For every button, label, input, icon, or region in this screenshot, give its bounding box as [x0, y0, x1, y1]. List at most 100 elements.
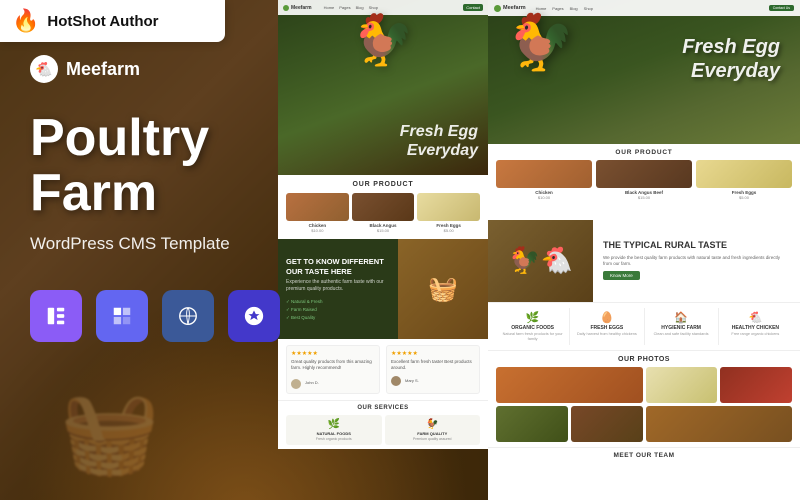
rp-photos-title: OUR PHOTOS — [496, 356, 792, 363]
cp-services-row: 🌿 NATURAL FOODS Fresh organic products 🐓… — [286, 415, 480, 446]
cp-nav-home: Home — [324, 5, 335, 10]
cp-taste-subtitle: Experience the authentic farm taste with… — [286, 279, 390, 293]
rp-stat-icon-chicken: 🐔 — [721, 311, 790, 324]
rp-photos-section: OUR PHOTOS — [488, 351, 800, 447]
chickens-emoji: 🐓🐔 — [508, 245, 573, 276]
rp-stat-desc-farm: Clean and safe facility standards — [647, 332, 716, 337]
cp-serv-icon-2: 🐓 — [387, 419, 479, 430]
rp-stat-name-eggs: FRESH EGGS — [572, 325, 641, 331]
cp-prod-price-1: $10.00 — [286, 228, 349, 233]
cp-services-section: OUR SERVICES 🌿 NATURAL FOODS Fresh organ… — [278, 400, 488, 450]
cp-stars-1: ★★★★★ — [291, 350, 375, 357]
rp-product-1: Chicken $10.00 — [496, 160, 592, 200]
cp-products-row: Chicken $10.00 Black Angus $15.00 Fresh … — [286, 193, 480, 233]
cp-prod-price-2: $15.00 — [352, 228, 415, 233]
rp-product-3: Fresh Eggs $5.00 — [696, 160, 792, 200]
cp-test-text-2: Excellent farm fresh taste! Best product… — [391, 359, 475, 372]
rp-hero-heading: Fresh Egg Everyday — [682, 35, 780, 83]
rp-rural-title: THE TYPICAL RURAL TASTE — [603, 240, 790, 252]
topbar: 🔥 HotShot Author — [0, 0, 225, 42]
rp-team-section: MEET OUR TEAM — [488, 447, 800, 463]
rp-stat-desc-eggs: Daily harvest from healthy chickens — [572, 332, 641, 337]
wordpress-icon[interactable] — [162, 290, 214, 342]
cp-testimonials-section: ★★★★★ Great quality products from this a… — [278, 339, 488, 400]
rp-products-bar: OUR PRODUCT Chicken $10.00 Black Angus B… — [488, 144, 800, 220]
cp-serv-desc-2: Premium quality assured — [387, 437, 479, 442]
elementor-icon[interactable] — [30, 290, 82, 342]
rp-nav-cta[interactable]: Contact Us — [769, 5, 794, 11]
cp-services-title: OUR SERVICES — [286, 405, 480, 411]
rp-rural-content: THE TYPICAL RURAL TASTE We provide the b… — [593, 218, 800, 302]
cp-nav-links: Home Pages Blog Shop — [324, 5, 378, 10]
cp-nav-pages: Pages — [339, 5, 350, 10]
plugin-icons-row — [30, 290, 280, 342]
rp-photo-5 — [571, 406, 643, 442]
rp-prod-price-2: $15.00 — [596, 195, 692, 200]
cp-nav-shop: Shop — [369, 5, 378, 10]
rp-prod-price-1: $10.00 — [496, 195, 592, 200]
rp-nav-shop: Shop — [584, 6, 593, 11]
meefarm-logo: 🐔 Meefarm — [30, 55, 280, 83]
cp-test-text-1: Great quality products from this amazing… — [291, 359, 375, 372]
cp-avatar-1 — [291, 379, 301, 389]
meefarm-logo-text: Meefarm — [66, 59, 140, 80]
subtitle: WordPress CMS Template — [30, 234, 280, 254]
cp-prod-img-eggs — [417, 193, 480, 221]
cp-stars-2: ★★★★★ — [391, 350, 475, 357]
left-content: 🐔 Meefarm Poultry Farm WordPress CMS Tem… — [30, 55, 280, 342]
rp-rural-text: We provide the best quality farm product… — [603, 255, 790, 269]
right-panel-top: Meefarm Home Pages Blog Shop Contact Us … — [488, 0, 800, 220]
cp-product-beef: Black Angus $15.00 — [352, 193, 415, 233]
cp-serv-desc-1: Fresh organic products — [288, 437, 380, 442]
cp-nav-cta[interactable]: Contact — [463, 4, 483, 11]
chicken-logo-icon: 🐔 — [30, 55, 58, 83]
rp-stat-name-farm: HYGIENIC FARM — [647, 325, 716, 331]
rp-photo-2 — [646, 367, 718, 403]
basket-emoji: 🧺 — [60, 386, 160, 480]
cp-testimonial-2: ★★★★★ Excellent farm fresh taste! Best p… — [386, 345, 480, 394]
rp-prod-img-3 — [696, 160, 792, 188]
cp-taste-title: GET TO KNOW DIFFERENT OUR TASTE HERE — [286, 257, 390, 277]
brand-name: HotShot Author — [47, 13, 158, 30]
rp-stat-desc-chicken: Free range organic chickens — [721, 332, 790, 337]
rp-rural-btn[interactable]: Know More — [603, 271, 640, 280]
cp-prod-price-3: $5.00 — [417, 228, 480, 233]
rp-team-title: MEET OUR TEAM — [496, 452, 792, 459]
rp-products-title: OUR PRODUCT — [496, 149, 792, 156]
rp-hero-text: Fresh Egg Everyday — [682, 35, 780, 83]
rp-photo-6 — [646, 406, 793, 442]
rp-stat-icon-organic: 🌿 — [498, 311, 567, 324]
rp-photo-1 — [496, 367, 643, 403]
rp-chicken-illustration: 🐓 — [506, 10, 574, 75]
rp-photo-3 — [720, 367, 792, 403]
cp-nav-blog: Blog — [356, 5, 364, 10]
rp-stat-farm: 🏠 HYGIENIC FARM Clean and safe facility … — [645, 308, 719, 345]
rp-rural-section: 🐓🐔 THE TYPICAL RURAL TASTE We provide th… — [488, 218, 800, 303]
rp-stat-desc-organic: Natural farm fresh products for your fam… — [498, 332, 567, 342]
rp-photos-grid — [496, 367, 792, 442]
chicken-illustration: 🐓 — [352, 15, 414, 65]
cp-serv-icon-1: 🌿 — [288, 419, 380, 430]
rp-stat-organic: 🌿 ORGANIC FOODS Natural farm fresh produ… — [496, 308, 570, 345]
right-panel-bottom: 🐓🐔 THE TYPICAL RURAL TASTE We provide th… — [488, 218, 800, 500]
cp-serv-name-1: NATURAL FOODS — [288, 431, 380, 436]
rp-stat-icon-farm: 🏠 — [647, 311, 716, 324]
cp-testimonial-1: ★★★★★ Great quality products from this a… — [286, 345, 380, 394]
rp-prod-img-2 — [596, 160, 692, 188]
rp-prod-price-3: $5.00 — [696, 195, 792, 200]
cp-logo-dot — [283, 5, 289, 11]
ultraframework-icon[interactable] — [96, 290, 148, 342]
cp-hero-section: Meefarm Home Pages Blog Shop Contact 🐓 F… — [278, 0, 488, 175]
cp-product-eggs: Fresh Eggs $5.00 — [417, 193, 480, 233]
rp-stat-chicken: 🐔 HEALTHY CHICKEN Free range organic chi… — [719, 308, 792, 345]
rp-product-2: Black Angus Beef $15.00 — [596, 160, 692, 200]
revolution-icon[interactable] — [228, 290, 280, 342]
rp-stat-eggs: 🥚 FRESH EGGS Daily harvest from healthy … — [570, 308, 644, 345]
cp-products-title: OUR PRODUCT — [286, 181, 480, 188]
cp-serv-name-2: FARM QUALITY — [387, 431, 479, 436]
rp-products-items: Chicken $10.00 Black Angus Beef $15.00 F… — [496, 160, 792, 200]
main-title: Poultry Farm — [30, 111, 280, 220]
cp-taste-section: GET TO KNOW DIFFERENT OUR TASTE HERE Exp… — [278, 239, 488, 339]
cp-nav-logo: Meefarm — [283, 5, 312, 11]
cp-prod-img-beef — [352, 193, 415, 221]
